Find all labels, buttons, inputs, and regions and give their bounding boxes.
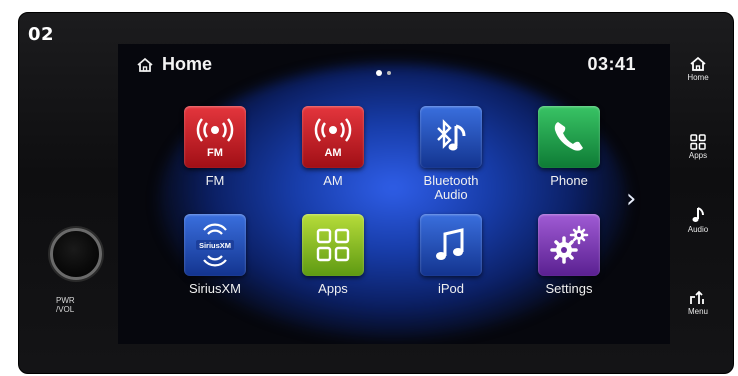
siriusxm-icon: SiriusXM	[184, 214, 246, 276]
knob-label-line2: /VOL	[56, 305, 75, 314]
app-label: FM	[205, 173, 225, 188]
app-label: Phone	[550, 173, 588, 188]
side-button-label: Audio	[687, 225, 709, 234]
knob-label: PWR /VOL	[56, 296, 75, 314]
display-screen: Home 03:41 FM FM AM AM Bluetooth Audio P…	[118, 44, 670, 344]
side-button-label: Home	[687, 73, 709, 82]
apps-grid-icon	[302, 214, 364, 276]
power-volume-knob[interactable]	[50, 228, 102, 280]
app-label: AM	[323, 173, 343, 188]
home-icon	[690, 56, 706, 71]
home-icon	[137, 57, 153, 72]
app-tile-phone[interactable]: Phone	[524, 106, 614, 188]
phone-icon	[538, 106, 600, 168]
app-label: iPod	[437, 281, 465, 296]
side-button-label: Apps	[688, 151, 708, 160]
page-dot	[387, 70, 391, 75]
bluetooth-audio-icon	[420, 106, 482, 168]
svg-text:FM: FM	[207, 147, 223, 159]
app-tile-settings[interactable]: Settings	[524, 214, 614, 296]
app-label: Bluetooth Audio	[423, 173, 479, 202]
side-button-label: Menu	[687, 307, 708, 316]
page-dot-active	[376, 69, 382, 76]
app-tile-bluetooth-audio[interactable]: Bluetooth Audio	[406, 106, 496, 202]
side-button-menu[interactable]: Menu	[678, 290, 718, 316]
page-indicator	[376, 64, 396, 82]
app-tile-am[interactable]: AM AM	[288, 106, 378, 188]
side-button-home[interactable]: Home	[678, 56, 718, 82]
clock: 03:41	[587, 54, 636, 74]
app-label: SiriusXM	[188, 281, 241, 296]
knob-label-line1: PWR	[56, 296, 75, 305]
figure-label: 02	[28, 24, 55, 45]
svg-text:SiriusXM: SiriusXM	[199, 241, 231, 250]
fm-radio-icon: FM	[184, 106, 246, 168]
app-label: Settings	[545, 281, 593, 296]
side-button-apps[interactable]: Apps	[678, 134, 718, 160]
app-tile-fm[interactable]: FM FM	[170, 106, 260, 188]
app-tile-siriusxm[interactable]: SiriusXM SiriusXM	[170, 214, 260, 296]
app-label: Apps	[318, 281, 348, 296]
menu-icon	[690, 290, 704, 304]
audio-icon	[692, 207, 704, 222]
screen-title: Home	[162, 54, 213, 74]
apps-icon	[690, 134, 706, 150]
app-tile-apps[interactable]: Apps	[288, 214, 378, 296]
app-tile-ipod[interactable]: iPod	[406, 214, 496, 296]
status-bar: Home 03:41	[118, 54, 670, 84]
svg-text:AM: AM	[324, 147, 341, 159]
gears-icon	[538, 214, 600, 276]
music-note-icon	[420, 214, 482, 276]
chevron-right-icon[interactable]: ›	[626, 184, 636, 214]
side-button-audio[interactable]: Audio	[678, 206, 718, 234]
am-radio-icon: AM	[302, 106, 364, 168]
